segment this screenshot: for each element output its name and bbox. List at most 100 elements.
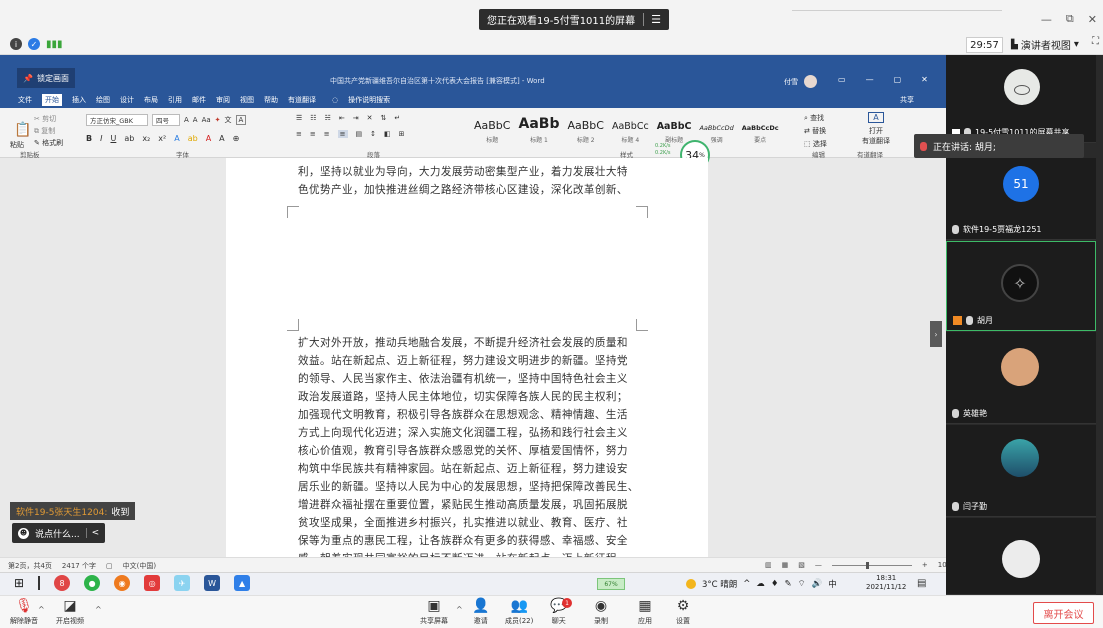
share-screen-button[interactable]: ▣ 共享屏幕 <box>420 598 448 626</box>
restore-icon[interactable]: ⧉ <box>1066 12 1074 26</box>
chevron-up-icon[interactable]: ^ <box>38 605 45 614</box>
collapse-panel-tab[interactable]: › <box>930 321 942 347</box>
zoom-slider-thumb[interactable] <box>865 561 869 569</box>
tab-mailings[interactable]: 邮件 <box>192 95 206 105</box>
minimize-icon[interactable]: — <box>1041 13 1052 26</box>
bullets-icon[interactable]: ☰ <box>296 114 302 122</box>
style-subtitle[interactable]: AaBbC 副标题 <box>657 121 692 144</box>
pen-icon[interactable]: ✎ <box>785 579 792 589</box>
battery-indicator[interactable]: 67% <box>597 578 625 590</box>
unmute-button[interactable]: 🎙 解除静音 <box>10 598 38 626</box>
select-button[interactable]: ⬚ 选择 <box>804 138 850 151</box>
tell-me-search[interactable]: 操作说明搜索 <box>348 95 390 105</box>
tab-references[interactable]: 引用 <box>168 95 182 105</box>
copy-button[interactable]: ⧉ 复制 <box>34 126 55 136</box>
meeting-app-icon[interactable]: ▲ <box>234 575 251 591</box>
settings-button[interactable]: ⚙ 设置 <box>676 598 690 626</box>
chevron-up-icon[interactable]: ^ <box>456 605 463 614</box>
paste-icon[interactable]: 📋 <box>14 122 31 138</box>
participant-tile[interactable]: 英雄艳 <box>946 332 1096 424</box>
line-spacing-icon[interactable]: ↕ <box>370 130 376 138</box>
shrink-font-icon[interactable]: A <box>193 116 198 124</box>
tab-help[interactable]: 帮助 <box>264 95 278 105</box>
close-icon[interactable]: ✕ <box>921 75 928 84</box>
phonetic-icon[interactable]: 文 <box>225 115 232 125</box>
notification-icon[interactable]: ▤ <box>917 578 926 589</box>
align-right-icon[interactable]: ≡ <box>324 130 330 138</box>
language[interactable]: 中文(中国) <box>123 561 156 571</box>
distributed-icon[interactable]: ▤ <box>356 130 363 138</box>
enclose-char-icon[interactable]: ⊕ <box>233 134 240 143</box>
align-left-icon[interactable]: ≡ <box>296 130 302 138</box>
restore-icon[interactable]: ▢ <box>894 75 902 84</box>
members-button[interactable]: 👥 成员(22) <box>505 598 533 626</box>
youdao-icon[interactable]: A <box>868 112 884 123</box>
youdao-open[interactable]: 打开 <box>856 126 896 136</box>
show-marks-icon[interactable]: ↵ <box>394 114 400 122</box>
weather[interactable]: 3°C 晴朗 <box>702 578 737 590</box>
app-icon[interactable]: ✈ <box>174 575 191 591</box>
shading-icon[interactable]: ◧ <box>384 130 391 138</box>
chevron-up-icon[interactable]: ^ <box>743 579 750 589</box>
tab-file[interactable]: 文件 <box>18 95 32 105</box>
style-strong[interactable]: AaBbCcDc 要点 <box>742 124 779 144</box>
record-button[interactable]: ◉ 录制 <box>594 598 608 626</box>
invite-button[interactable]: 👤 邀请 <box>472 598 489 626</box>
ime-indicator[interactable]: 中 <box>828 578 837 590</box>
fullscreen-icon[interactable]: ⛶ <box>1092 36 1103 56</box>
lock-screen-button[interactable]: 📌 锁定画面 <box>17 68 75 88</box>
tab-design[interactable]: 设计 <box>120 95 134 105</box>
leave-meeting-button[interactable]: 离开会议 <box>1033 602 1094 624</box>
participant-tile[interactable]: 51 软件19-5贾福龙1251 <box>946 158 1096 240</box>
participant-tile[interactable]: 闫子勤 <box>946 425 1096 517</box>
tab-youdao[interactable]: 有道翻译 <box>288 95 316 105</box>
app-icon[interactable]: ● <box>84 575 101 591</box>
justify-icon[interactable]: ≡ <box>337 130 348 138</box>
find-button[interactable]: ⌕ 查找 <box>804 112 850 125</box>
participant-tile-share[interactable]: 19-5付雪1011的屏幕共享 <box>946 55 1096 143</box>
grow-font-icon[interactable]: A <box>184 116 189 124</box>
print-layout-icon[interactable]: ▦ <box>782 561 789 569</box>
style-emphasis[interactable]: AaBbCcDd 强调 <box>699 124 733 144</box>
strikethrough-icon[interactable]: ab <box>124 134 134 143</box>
signal-icon[interactable]: ▮▮▮ <box>46 39 63 50</box>
font-color-icon[interactable]: A <box>206 134 211 143</box>
zoom-slider[interactable] <box>831 561 912 569</box>
style-heading-4[interactable]: AaBbCc 标题 4 <box>612 121 649 144</box>
style-heading-1[interactable]: AaBb 标题 1 <box>518 116 559 144</box>
sort-icon[interactable]: ⇅ <box>380 114 386 122</box>
chat-notification[interactable]: 软件19-5张天生1204: 收到 <box>10 502 136 520</box>
style-title[interactable]: AaBbC 标题 <box>474 119 510 144</box>
style-heading-2[interactable]: AaBbC 标题 2 <box>567 119 603 144</box>
minimize-icon[interactable]: — <box>866 75 874 84</box>
replace-button[interactable]: ⇄ 替换 <box>804 125 850 138</box>
format-painter-button[interactable]: ✎ 格式刷 <box>34 138 63 148</box>
highlight-icon[interactable]: ab <box>188 134 198 143</box>
numbering-icon[interactable]: ☷ <box>310 114 316 122</box>
zoom-in-button[interactable]: + <box>922 561 928 569</box>
text-effects-icon[interactable]: A <box>174 134 179 143</box>
proofing-icon[interactable]: ▢ <box>106 562 113 570</box>
decrease-indent-icon[interactable]: ⇤ <box>339 114 345 122</box>
chat-input[interactable]: ☻ 说点什么... < <box>12 523 106 543</box>
web-layout-icon[interactable]: ▧ <box>798 561 805 569</box>
font-name-select[interactable]: 方正仿宋_GBK <box>86 114 148 126</box>
shield-icon[interactable]: ✓ <box>28 38 40 50</box>
align-center-icon[interactable]: ≡ <box>310 130 316 138</box>
chevron-up-icon[interactable]: ^ <box>95 605 102 614</box>
collapse-chat-icon[interactable]: < <box>85 528 99 538</box>
borders-icon[interactable]: ⊞ <box>399 130 405 138</box>
volume-icon[interactable]: 🔊 <box>812 579 823 589</box>
info-icon[interactable]: i <box>10 38 22 50</box>
char-border-icon[interactable]: A <box>235 115 247 125</box>
share-button[interactable]: 共享 <box>900 95 914 105</box>
italic-icon[interactable]: I <box>100 134 102 143</box>
cloud-icon[interactable]: ☁ <box>756 579 765 589</box>
speaker-view-button[interactable]: ▙ 演讲者视图 ▾ <box>1011 37 1079 52</box>
multilevel-icon[interactable]: ☵ <box>325 114 331 122</box>
screen-share-banner[interactable]: 您正在观看19-5付雪1011的屏幕 ☰ <box>479 9 670 30</box>
windows-start-icon[interactable]: ⊞ <box>14 576 24 590</box>
network-icon[interactable]: ♦ <box>771 579 779 589</box>
cut-button[interactable]: ✂ 剪切 <box>34 114 56 124</box>
chinese-layout-icon[interactable]: ✕ <box>367 114 373 122</box>
